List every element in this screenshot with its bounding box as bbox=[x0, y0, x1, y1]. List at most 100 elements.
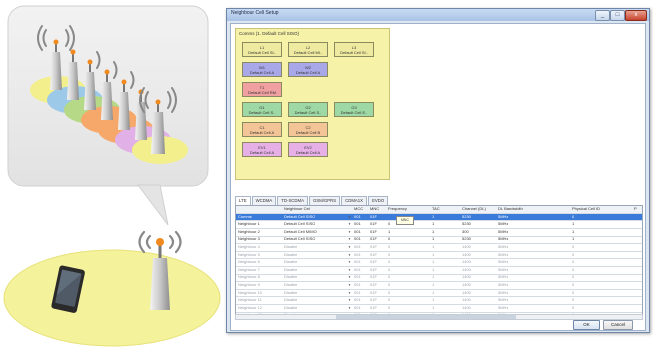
cell-g3[interactable]: G3 Default Cell E.. bbox=[334, 102, 374, 117]
dropdown-arrow-icon[interactable]: ▼ bbox=[348, 290, 352, 296]
cell-c2[interactable]: C2 Default Cell B bbox=[288, 122, 328, 137]
dropdown-arrow-icon[interactable]: ▼ bbox=[348, 244, 352, 250]
grid-header-cell[interactable]: Physical Cell ID bbox=[572, 206, 600, 213]
grid-cell-bw: 5MHz bbox=[498, 297, 509, 303]
grid-cell-ch: 5230 bbox=[462, 236, 471, 242]
dropdown-arrow-icon[interactable]: ▼ bbox=[348, 305, 352, 311]
grid-cell-ch: 1400 bbox=[462, 282, 471, 287]
grid-cell-bw: 5MHz bbox=[498, 244, 509, 249]
dropdown-arrow-icon[interactable]: ▼ bbox=[348, 229, 352, 235]
minimize-button[interactable]: _ bbox=[595, 10, 610, 21]
cell-l1[interactable]: L1 Default Cell SI.. bbox=[242, 42, 282, 57]
grid-cell-cell[interactable]: Disable bbox=[284, 244, 297, 251]
grid-cell-cell[interactable]: Default Cell MIMO bbox=[284, 229, 317, 236]
grid-cell-name: Neighbour 1 bbox=[238, 221, 260, 227]
grid-cell-pci: 0 bbox=[572, 297, 575, 303]
cell-ev2[interactable]: EV2 Default Cell A bbox=[288, 142, 328, 157]
grid-cell-freq: 0 bbox=[388, 297, 391, 303]
maximize-button[interactable]: □ bbox=[610, 10, 625, 21]
grid-cell-bw: 5MHz bbox=[498, 289, 509, 295]
grid-cell-cell[interactable]: Disable bbox=[284, 305, 297, 312]
grid-header-cell[interactable]: TAC bbox=[432, 206, 440, 213]
grid-cell-bw: 5MHz bbox=[498, 274, 509, 280]
ground-coverage-ellipse bbox=[3, 249, 221, 347]
grid-cell-mnc: 01F bbox=[370, 282, 377, 287]
close-button[interactable]: x bbox=[625, 10, 647, 21]
grid-cell-pci: 0 bbox=[572, 304, 575, 310]
grid-cell-cell[interactable]: Default Cell SISO bbox=[284, 221, 315, 228]
grid-cell-name: Neighbour 6 bbox=[238, 259, 260, 265]
tab-wcdma[interactable]: WCDMA bbox=[251, 196, 277, 205]
dropdown-arrow-icon[interactable]: ▼ bbox=[348, 282, 352, 288]
grid-cell-pci: 0 bbox=[572, 213, 575, 219]
grid-cell-freq: 0 bbox=[388, 251, 391, 257]
grid-cell-cell[interactable]: Disable bbox=[284, 290, 297, 297]
scrollbar-thumb[interactable] bbox=[336, 315, 516, 319]
cell-w2[interactable]: W2 Default Cell A bbox=[288, 62, 328, 77]
grid-cell-tac: 1 bbox=[432, 266, 435, 272]
grid-header-cell[interactable]: P bbox=[634, 206, 637, 213]
grid-cell-freq: 0 bbox=[388, 304, 391, 310]
dropdown-arrow-icon[interactable]: ▼ bbox=[348, 252, 352, 258]
dropdown-arrow-icon[interactable]: ▼ bbox=[348, 274, 352, 280]
grid-cell-ch: 1400 bbox=[462, 266, 471, 272]
grid-cell-cell[interactable]: Default Cell SISO bbox=[284, 236, 315, 243]
grid-cell-cell[interactable]: Disable bbox=[284, 267, 297, 274]
neighbour-grid: Neighbour Cell MCC MNC Frequency TAC Channel … bbox=[235, 205, 643, 315]
tab-gsm-gprs[interactable]: GSM/GPRS bbox=[308, 196, 341, 205]
grid-cell-mcc: 001 bbox=[354, 274, 361, 280]
grid-cell-tac: 1 bbox=[432, 297, 435, 303]
grid-cell-bw: 5MHz bbox=[498, 228, 509, 234]
dropdown-arrow-icon[interactable]: ▼ bbox=[348, 267, 352, 273]
dropdown-arrow-icon[interactable]: ▼ bbox=[348, 221, 352, 227]
grid-cell-ch: 1400 bbox=[462, 289, 471, 295]
grid-header-cell[interactable]: MCC bbox=[354, 206, 363, 213]
dropdown-arrow-icon[interactable]: ▼ bbox=[348, 236, 352, 242]
grid-cell-tac: 1 bbox=[432, 213, 435, 219]
grid-cell-cell[interactable]: Disable bbox=[284, 282, 297, 289]
cell-w1[interactable]: W1 Default Cell A bbox=[242, 62, 282, 77]
cell-l3[interactable]: L3 Default Cell SI.. bbox=[334, 42, 374, 57]
cell-ev1[interactable]: EV1 Default Cell A bbox=[242, 142, 282, 157]
ok-button[interactable]: OK bbox=[573, 320, 600, 330]
tab-lte[interactable]: LTE bbox=[235, 196, 251, 205]
grid-cell-pci: 0 bbox=[572, 274, 575, 280]
grid-cell-cell[interactable]: Disable bbox=[284, 252, 297, 259]
cell-g1[interactable]: G1 Default Cell S.. bbox=[242, 102, 282, 117]
grid-cell-mcc: 001 bbox=[354, 228, 361, 234]
cell-c1[interactable]: C1 Default Cell A bbox=[242, 122, 282, 137]
grid-header-cell[interactable]: Frequency bbox=[388, 206, 407, 213]
cell-t1[interactable]: T1 Default Cell RM bbox=[242, 82, 282, 97]
cancel-button[interactable]: Cancel bbox=[603, 320, 633, 330]
grid-cell-name: Neighbour 4 bbox=[238, 244, 260, 249]
grid-header-cell[interactable]: Channel (DL) bbox=[462, 206, 486, 213]
grid-header-cell[interactable]: DL Bandwidth bbox=[498, 206, 523, 213]
grid-cell-cell[interactable]: Disable bbox=[284, 297, 297, 304]
dropdown-arrow-icon[interactable]: ▼ bbox=[348, 297, 352, 303]
dropdown-arrow-icon[interactable]: ▼ bbox=[348, 259, 352, 265]
grid-cell-name: Neighbour 10 bbox=[238, 289, 263, 295]
grid-cell-mnc: 01F bbox=[370, 304, 377, 310]
grid-cell-mcc: 001 bbox=[354, 282, 361, 287]
tab-cdma1x[interactable]: CDMA1X bbox=[341, 196, 368, 205]
grid-cell-mcc: 001 bbox=[354, 297, 361, 303]
tab-evdo[interactable]: EVDO bbox=[368, 196, 389, 205]
cell-l2[interactable]: L2 Default Cell MI.. bbox=[288, 42, 328, 57]
grid-cell-freq: 0 bbox=[388, 266, 391, 272]
grid-cell-mnc: 01F bbox=[370, 259, 377, 265]
grid-header-cell[interactable]: MNC bbox=[370, 206, 379, 213]
grid-header-cell[interactable]: Neighbour Cell bbox=[284, 206, 310, 213]
dropdown-arrow-icon[interactable]: ▼ bbox=[348, 214, 352, 220]
grid-cell-bw: 5MHz bbox=[498, 282, 509, 287]
grid-cell-cell[interactable]: Disable bbox=[284, 274, 297, 281]
grid-cell-cell[interactable]: Disable bbox=[284, 259, 297, 266]
grid-cell-ch: 1400 bbox=[462, 304, 471, 310]
cell-g2[interactable]: G2 Default Cell S.. bbox=[288, 102, 328, 117]
grid-cell-freq: 0 bbox=[388, 282, 391, 287]
grid-cell-tac: 1 bbox=[432, 259, 435, 265]
grid-cell-name: Neighbour 9 bbox=[238, 282, 260, 287]
title-bar[interactable]: Neighbour Cell Setup _ □ x bbox=[227, 9, 649, 21]
grid-cell-cell[interactable]: Default Cell SISO bbox=[284, 214, 315, 221]
grid-cell-mnc: 01F bbox=[370, 274, 377, 280]
tab-td-scdma[interactable]: TD-SCDMA bbox=[277, 196, 308, 205]
